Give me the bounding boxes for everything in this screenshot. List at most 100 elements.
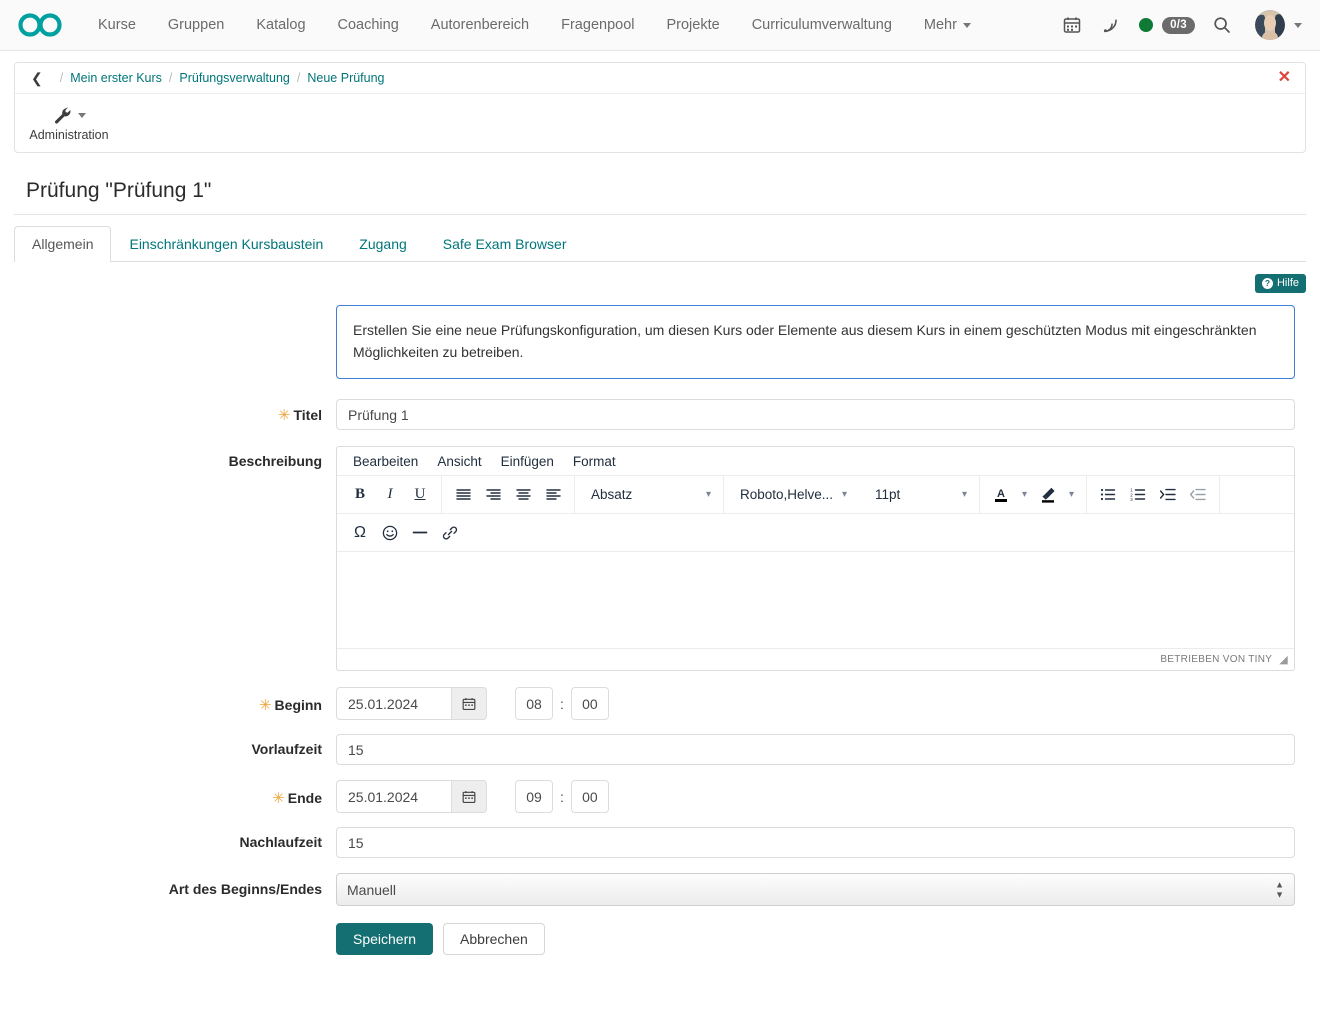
chevron-down-icon: ▾ xyxy=(706,489,711,500)
ende-time-separator: : xyxy=(560,789,564,805)
save-button[interactable]: Speichern xyxy=(336,923,433,955)
list-group: 1 2 3 xyxy=(1087,476,1219,513)
beginn-calendar-icon[interactable] xyxy=(451,687,487,720)
editor-toolbar-row-1: B I U xyxy=(337,476,1294,514)
field-row-art: Art des Beginns/Endes Manuell ▲▼ xyxy=(0,873,1306,906)
bold-icon[interactable]: B xyxy=(345,481,375,509)
editor-menubar: Bearbeiten Ansicht Einfügen Format xyxy=(337,447,1294,476)
beginn-hour-input[interactable] xyxy=(515,687,553,720)
avatar[interactable] xyxy=(1255,10,1285,40)
link-icon[interactable] xyxy=(435,519,465,547)
exam-configuration-form: Erstellen Sie eine neue Prüfungskonfigur… xyxy=(0,293,1320,955)
menu-einfuegen[interactable]: Einfügen xyxy=(493,451,562,472)
breadcrumb-separator: / xyxy=(169,71,172,85)
align-left-icon[interactable] xyxy=(538,481,568,509)
divider xyxy=(1219,476,1220,513)
svg-text:A: A xyxy=(997,488,1005,500)
align-center-icon[interactable] xyxy=(508,481,538,509)
art-select[interactable]: Manuell xyxy=(336,873,1295,906)
tab-safe-exam-browser[interactable]: Safe Exam Browser xyxy=(425,226,585,262)
status-indicator-dot[interactable] xyxy=(1139,18,1153,32)
top-navigation-bar: Kurse Gruppen Katalog Coaching Autorenbe… xyxy=(0,0,1320,51)
required-marker: ✳ xyxy=(259,697,272,714)
align-right-icon[interactable] xyxy=(478,481,508,509)
beginn-minute-input[interactable] xyxy=(571,687,609,720)
breadcrumb-item-neue-pruefung[interactable]: Neue Prüfung xyxy=(307,71,384,85)
tab-zugang[interactable]: Zugang xyxy=(341,226,424,262)
ende-calendar-icon[interactable] xyxy=(451,780,487,813)
nav-item-gruppen[interactable]: Gruppen xyxy=(152,0,240,51)
beginn-date-input[interactable] xyxy=(336,687,451,720)
block-format-select[interactable]: Absatz ▾ xyxy=(581,481,717,509)
ende-date-input[interactable] xyxy=(336,780,451,813)
breadcrumb-item-kurs[interactable]: Mein erster Kurs xyxy=(70,71,162,85)
text-color-chevron-down-icon[interactable]: ▾ xyxy=(1016,481,1033,509)
menu-ansicht[interactable]: Ansicht xyxy=(429,451,489,472)
label-ende: ✳Ende xyxy=(0,780,336,807)
numbered-list-icon[interactable]: 1 2 3 xyxy=(1123,481,1153,509)
tab-allgemein[interactable]: Allgemein xyxy=(14,226,111,262)
label-ende-text: Ende xyxy=(288,790,322,806)
editor-content-area[interactable] xyxy=(337,552,1294,648)
highlight-color-icon[interactable] xyxy=(1033,481,1063,509)
font-family-select[interactable]: Roboto,Helve... ▾ xyxy=(730,481,853,509)
font-size-group: 11pt ▾ xyxy=(859,476,979,513)
svg-text:3: 3 xyxy=(1130,497,1133,501)
emoticon-icon[interactable] xyxy=(375,519,405,547)
field-row-vorlaufzeit: Vorlaufzeit xyxy=(0,734,1306,765)
italic-icon[interactable]: I xyxy=(375,481,405,509)
cancel-button[interactable]: Abbrechen xyxy=(443,923,545,955)
help-label: Hilfe xyxy=(1277,277,1299,289)
beginn-time-separator: : xyxy=(560,696,564,712)
align-justify-icon[interactable] xyxy=(448,481,478,509)
alignment-group xyxy=(442,476,574,513)
nachlaufzeit-input[interactable] xyxy=(336,827,1295,858)
calendar-icon[interactable] xyxy=(1053,6,1091,44)
special-character-icon[interactable]: Ω xyxy=(345,519,375,547)
search-icon[interactable] xyxy=(1203,6,1241,44)
vorlaufzeit-input[interactable] xyxy=(336,734,1295,765)
nav-item-fragenpool[interactable]: Fragenpool xyxy=(545,0,650,51)
help-button[interactable]: ? Hilfe xyxy=(1255,274,1306,293)
label-titel: ✳Titel xyxy=(0,399,336,424)
ende-datetime-group: : xyxy=(336,780,1306,813)
breadcrumb-item-pruefungsverwaltung[interactable]: Prüfungsverwaltung xyxy=(179,71,289,85)
label-vorlaufzeit: Vorlaufzeit xyxy=(0,734,336,757)
rich-text-editor: Bearbeiten Ansicht Einfügen Format B I U xyxy=(336,446,1295,671)
menu-format[interactable]: Format xyxy=(565,451,624,472)
titel-input[interactable] xyxy=(336,399,1295,430)
close-icon[interactable]: ✕ xyxy=(1274,70,1295,86)
nav-item-coaching[interactable]: Coaching xyxy=(322,0,415,51)
status-badge[interactable]: 0/3 xyxy=(1162,17,1195,34)
text-color-icon[interactable]: A xyxy=(986,481,1016,509)
field-row-nachlaufzeit: Nachlaufzeit xyxy=(0,827,1306,858)
font-size-select[interactable]: 11pt ▾ xyxy=(865,481,973,509)
highlight-color-chevron-down-icon[interactable]: ▾ xyxy=(1063,481,1080,509)
nav-item-autorenbereich[interactable]: Autorenbereich xyxy=(415,0,545,51)
editor-status-bar: BETRIEBEN VON TINY ◢ xyxy=(337,648,1294,670)
back-chevron-left-icon[interactable]: ❮ xyxy=(31,71,43,85)
menu-bearbeiten[interactable]: Bearbeiten xyxy=(345,451,426,472)
page-title: Prüfung "Prüfung 1" xyxy=(14,153,1306,215)
user-menu-chevron-down-icon[interactable] xyxy=(1294,23,1302,28)
question-circle-icon: ? xyxy=(1262,278,1273,289)
underline-icon[interactable]: U xyxy=(405,481,435,509)
administration-tool-button[interactable]: Administration xyxy=(15,94,123,152)
resize-handle-icon[interactable]: ◢ xyxy=(1279,653,1288,666)
nav-item-katalog[interactable]: Katalog xyxy=(240,0,321,51)
ende-minute-input[interactable] xyxy=(571,780,609,813)
nav-item-mehr[interactable]: Mehr xyxy=(908,0,987,51)
outdent-icon[interactable] xyxy=(1183,481,1213,509)
infinity-logo[interactable] xyxy=(16,9,68,41)
nav-item-projekte[interactable]: Projekte xyxy=(650,0,735,51)
indent-icon[interactable] xyxy=(1153,481,1183,509)
info-spacer xyxy=(0,305,336,312)
nav-item-curriculumverwaltung[interactable]: Curriculumverwaltung xyxy=(736,0,908,51)
info-row: Erstellen Sie eine neue Prüfungskonfigur… xyxy=(0,305,1306,379)
horizontal-rule-icon[interactable] xyxy=(405,519,435,547)
ende-hour-input[interactable] xyxy=(515,780,553,813)
nav-item-kurse[interactable]: Kurse xyxy=(82,0,152,51)
rss-icon[interactable] xyxy=(1091,6,1129,44)
bullet-list-icon[interactable] xyxy=(1093,481,1123,509)
tab-einschraenkungen-kursbaustein[interactable]: Einschränkungen Kursbaustein xyxy=(111,226,341,262)
